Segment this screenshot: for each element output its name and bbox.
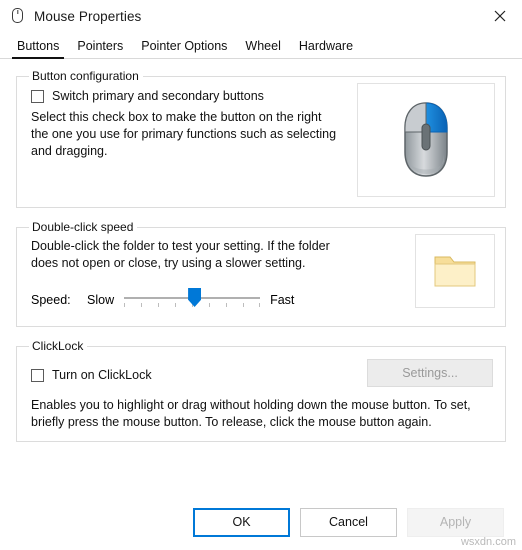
tab-buttons[interactable]: Buttons [8,36,68,59]
switch-buttons-checkbox[interactable] [31,89,44,103]
double-click-speed-description: Double-click the folder to test your set… [31,239,330,270]
group-double-click-speed-legend: Double-click speed [32,220,134,234]
ok-button[interactable]: OK [193,507,290,537]
tab-content-buttons: Button configuration Switch primary and … [0,59,522,442]
tab-wheel[interactable]: Wheel [236,36,289,58]
mouse-preview-box [357,83,495,197]
tab-pointer-options[interactable]: Pointer Options [132,36,236,58]
dialog-footer: OK Cancel Apply [0,494,522,550]
mouse-preview-image [404,102,448,177]
clicklock-settings-button[interactable]: Settings... [367,359,493,387]
switch-buttons-checkbox-row[interactable]: Switch primary and secondary buttons [31,89,347,103]
mouse-icon [10,8,26,24]
clicklock-description: Enables you to highlight or drag without… [31,398,471,429]
button-configuration-description: Select this check box to make the button… [31,110,337,158]
apply-button: Apply [407,507,504,537]
clicklock-label: Turn on ClickLock [52,368,152,382]
window-title: Mouse Properties [34,8,142,24]
group-double-click-speed: Double-click speed Double-click the fold… [16,220,506,327]
group-clicklock-legend: ClickLock [32,339,84,353]
group-button-configuration-legend: Button configuration [32,69,139,83]
fast-label: Fast [270,293,295,307]
double-click-speed-slider[interactable] [124,288,261,312]
cancel-button[interactable]: Cancel [300,507,397,537]
close-button[interactable] [477,0,522,32]
group-clicklock: ClickLock Turn on ClickLock Settings... … [16,339,506,442]
speed-label: Speed: [31,293,71,307]
group-button-configuration: Button configuration Switch primary and … [16,69,506,208]
slow-label: Slow [87,293,115,307]
folder-test-box[interactable] [415,234,495,308]
clicklock-checkbox[interactable] [31,368,44,382]
tab-hardware[interactable]: Hardware [290,36,362,58]
switch-buttons-label: Switch primary and secondary buttons [52,89,264,103]
tab-pointers[interactable]: Pointers [68,36,132,58]
folder-image [434,256,476,287]
watermark: wsxdn.com [460,536,516,548]
clicklock-checkbox-row[interactable]: Turn on ClickLock [31,368,152,382]
tab-strip: Buttons Pointers Pointer Options Wheel H… [0,32,522,59]
title-bar: Mouse Properties [0,0,522,32]
close-icon [494,10,505,22]
